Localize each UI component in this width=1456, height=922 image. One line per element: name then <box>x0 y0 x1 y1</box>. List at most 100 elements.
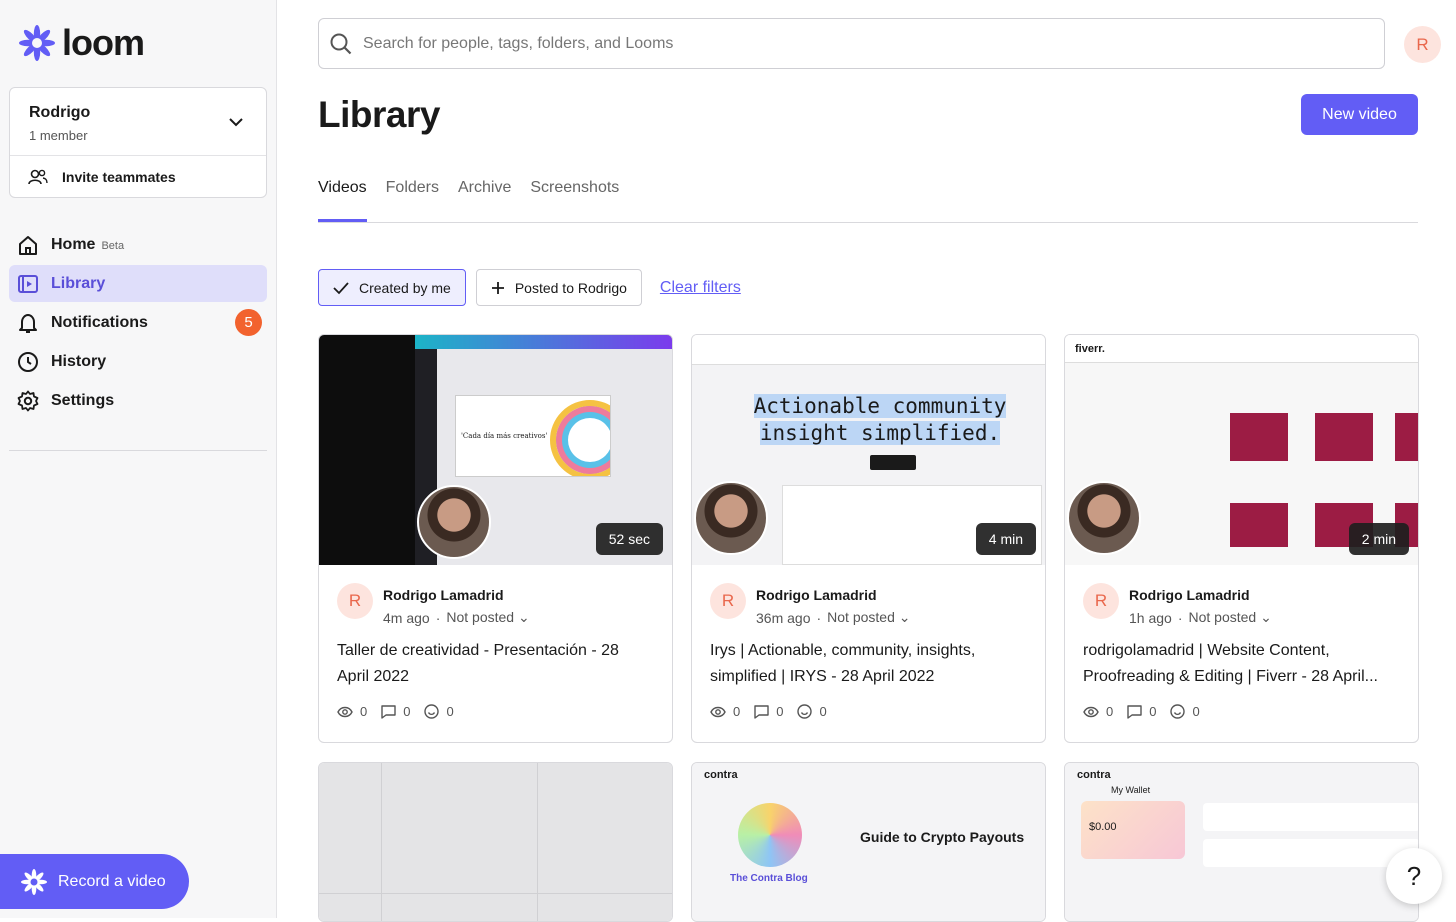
views-stat: 0 <box>337 704 367 719</box>
video-card[interactable]: Actionable community insight simplified.… <box>691 334 1046 743</box>
record-video-label: Record a video <box>58 872 166 890</box>
library-tabs: Videos Folders Archive Screenshots <box>318 176 1418 223</box>
comments-stat: 0 <box>381 704 410 719</box>
video-thumbnail[interactable]: 'Cada día más creativos' 52 sec <box>319 335 672 565</box>
video-thumbnail[interactable]: Actionable community insight simplified.… <box>692 335 1045 565</box>
thumb-grid-line <box>537 763 538 921</box>
comments-stat: 0 <box>1127 704 1156 719</box>
video-stats: 0 0 0 <box>692 704 1045 719</box>
eye-icon <box>1083 706 1099 717</box>
video-stats: 0 0 0 <box>1065 704 1418 719</box>
video-sub: 36m ago · Not posted ⌄ <box>756 609 1045 626</box>
workspace-members: 1 member <box>29 128 88 143</box>
user-avatar[interactable]: R <box>1404 26 1441 63</box>
thumb-grid-line <box>381 763 382 921</box>
search-icon <box>330 33 352 54</box>
tab-videos[interactable]: Videos <box>318 176 367 222</box>
video-title[interactable]: rodrigolamadrid | Website Content, Proof… <box>1065 638 1418 690</box>
filter-created-by-me[interactable]: Created by me <box>318 269 466 306</box>
comments-stat: 0 <box>754 704 783 719</box>
library-icon <box>18 274 38 293</box>
thumb-cta <box>870 455 916 470</box>
author-name: Rodrigo Lamadrid <box>383 587 504 603</box>
sidebar-item-history[interactable]: History <box>9 343 267 380</box>
loom-logo[interactable]: loom <box>18 22 145 64</box>
plus-icon <box>491 281 504 294</box>
workspace-switcher[interactable]: Rodrigo 1 member <box>10 88 266 156</box>
author-avatar: R <box>1083 583 1119 619</box>
author-avatar: R <box>710 583 746 619</box>
video-duration: 4 min <box>975 523 1036 555</box>
thumb-wallet-card: $0.00 <box>1081 801 1185 859</box>
check-icon <box>333 281 349 294</box>
post-status-dropdown[interactable]: Not posted ⌄ <box>1189 609 1272 626</box>
tab-archive[interactable]: Archive <box>458 176 511 222</box>
thumb-gig <box>1315 413 1373 461</box>
video-thumbnail[interactable]: contra My Wallet $0.00 <box>1065 763 1418 921</box>
video-title[interactable]: Taller de creatividad - Presentación - 2… <box>319 638 672 690</box>
video-thumbnail[interactable]: fiverr. 2 min <box>1065 335 1418 565</box>
comment-icon <box>754 704 769 719</box>
search-bar[interactable] <box>318 18 1385 69</box>
video-meta: R Rodrigo Lamadrid 4m ago · Not posted ⌄ <box>319 565 672 626</box>
invite-teammates-button[interactable]: Invite teammates <box>10 156 266 186</box>
thumb-grid-line <box>319 893 672 894</box>
thumb-rainbow <box>550 400 610 476</box>
loom-asterisk-icon <box>21 868 47 895</box>
sidebar-item-label: History <box>51 352 107 370</box>
sidebar-item-notifications[interactable]: Notifications 5 <box>9 304 267 341</box>
video-stats: 0 0 0 <box>319 704 672 719</box>
post-status-dropdown[interactable]: Not posted ⌄ <box>827 609 910 626</box>
video-duration: 52 sec <box>595 523 663 555</box>
dot-separator: · <box>816 609 822 626</box>
sidebar-item-library[interactable]: Library <box>9 265 267 302</box>
thumb-slide-text: 'Cada día más creativos' <box>461 432 548 440</box>
beta-tag: Beta <box>101 240 125 252</box>
dot-separator: · <box>1177 609 1183 626</box>
filter-posted-to[interactable]: Posted to Rodrigo <box>475 269 642 306</box>
video-duration: 2 min <box>1348 523 1409 555</box>
post-status-dropdown[interactable]: Not posted ⌄ <box>446 609 529 626</box>
search-input[interactable] <box>363 34 1263 53</box>
video-sub: 4m ago · Not posted ⌄ <box>383 609 672 626</box>
video-thumbnail[interactable]: contra The Contra Blog Guide to Crypto P… <box>692 763 1045 921</box>
thumb-wallet-title: My Wallet <box>1111 785 1151 795</box>
dot-separator: · <box>435 609 441 626</box>
video-card[interactable] <box>318 762 673 922</box>
record-video-button[interactable]: Record a video <box>0 854 189 909</box>
clear-filters-link[interactable]: Clear filters <box>660 279 741 297</box>
sidebar-divider <box>9 450 267 451</box>
new-video-button[interactable]: New video <box>1301 94 1418 135</box>
eye-icon <box>710 706 726 717</box>
sidebar: loom Rodrigo 1 member Invite teammates H… <box>0 0 277 918</box>
video-title[interactable]: Irys | Actionable, community, insights, … <box>692 638 1045 690</box>
video-time: 1h ago <box>1129 609 1172 626</box>
video-time: 4m ago <box>383 609 430 626</box>
thumb-blog-logo <box>738 803 802 867</box>
video-card[interactable]: 'Cada día más creativos' 52 sec R Rodrig… <box>318 334 673 743</box>
comment-icon <box>1127 704 1142 719</box>
reactions-stat: 0 <box>797 704 827 719</box>
presenter-face <box>1067 481 1141 555</box>
presenter-face <box>694 481 768 555</box>
author-name: Rodrigo Lamadrid <box>756 587 877 603</box>
video-thumbnail[interactable] <box>319 763 672 921</box>
thumb-headline: Actionable community insight simplified. <box>753 394 1007 445</box>
thumb-gig <box>1230 503 1288 547</box>
chevron-down-icon <box>229 118 243 127</box>
filter-label: Created by me <box>359 279 451 296</box>
home-icon <box>19 235 37 255</box>
video-card[interactable]: contra My Wallet $0.00 <box>1064 762 1419 922</box>
tab-folders[interactable]: Folders <box>386 176 439 222</box>
thumb-article-title: Guide to Crypto Payouts <box>860 829 1025 845</box>
video-card[interactable]: fiverr. 2 min R Rodrigo Lamadrid 1h ago … <box>1064 334 1419 743</box>
sidebar-item-label: Notifications <box>51 313 148 331</box>
smile-icon <box>1170 704 1186 719</box>
thumb-slide: 'Cada día más creativos' <box>455 395 611 477</box>
sidebar-item-home[interactable]: Home Beta <box>9 226 267 263</box>
thumb-navbar <box>692 335 1045 365</box>
sidebar-item-settings[interactable]: Settings <box>9 382 267 419</box>
video-card[interactable]: contra The Contra Blog Guide to Crypto P… <box>691 762 1046 922</box>
help-button[interactable]: ? <box>1386 848 1442 904</box>
tab-screenshots[interactable]: Screenshots <box>530 176 619 222</box>
